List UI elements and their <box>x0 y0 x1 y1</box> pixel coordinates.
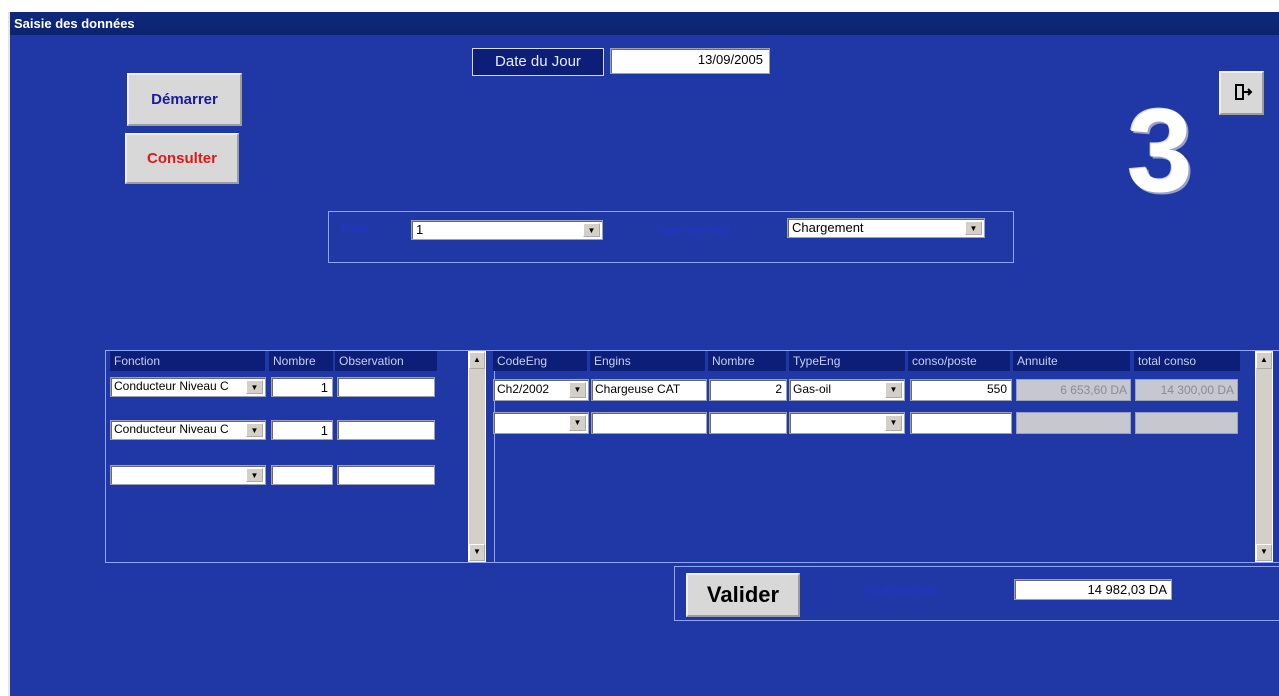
personnel-subform: Fonction Nombre Observation Conducteur N… <box>105 350 495 563</box>
column-header-typeeng: TypeEng <box>789 351 905 371</box>
nombre-field[interactable]: 1 <box>271 377 333 397</box>
poste-label: Poste <box>341 223 370 235</box>
column-header-observation: Observation <box>335 351 437 371</box>
consult-button[interactable]: Consulter <box>125 133 239 184</box>
personnel-scrollbar[interactable]: ▲ ▼ <box>468 351 486 562</box>
type-operation-select-value: Chargement <box>792 220 864 235</box>
column-header-fonction: Fonction <box>110 351 265 371</box>
engin-field[interactable]: Chargeuse CAT <box>591 379 707 401</box>
total-operation-field: 14 982,03 DA <box>1014 579 1172 600</box>
poste-select-value: 1 <box>416 222 424 237</box>
operation-counter: 3 <box>1127 85 1193 217</box>
data-entry-window: Saisie des données Date du Jour 13/09/20… <box>8 12 1279 696</box>
observation-field[interactable] <box>337 377 435 397</box>
scroll-up-icon[interactable]: ▲ <box>1256 352 1272 369</box>
scroll-down-icon[interactable]: ▼ <box>1256 544 1272 561</box>
chevron-down-icon[interactable]: ▼ <box>885 382 902 398</box>
column-header-total-conso: total conso <box>1134 351 1240 371</box>
nombre-field[interactable] <box>271 465 333 485</box>
code-eng-combo[interactable]: Ch2/2002 ▼ <box>493 379 589 401</box>
engin-nombre-field[interactable] <box>709 412 787 434</box>
engins-subform: CodeEng Engins Nombre TypeEng conso/post… <box>489 350 1279 563</box>
date-field[interactable]: 13/09/2005 <box>610 48 770 74</box>
conso-poste-field[interactable]: 550 <box>910 379 1012 401</box>
poste-select[interactable]: 1 ▼ <box>411 220 603 240</box>
observation-field[interactable] <box>337 465 435 485</box>
scroll-down-icon[interactable]: ▼ <box>469 544 485 561</box>
engins-scrollbar[interactable]: ▲ ▼ <box>1255 351 1273 562</box>
column-header-engins: Engins <box>590 351 705 371</box>
column-header-nombre: Nombre <box>708 351 786 371</box>
fonction-value: Conducteur Niveau C <box>114 379 229 393</box>
chevron-down-icon[interactable]: ▼ <box>246 423 263 437</box>
chevron-down-icon[interactable]: ▼ <box>569 382 586 398</box>
type-operation-label: Type opération <box>657 225 730 237</box>
fonction-combo[interactable]: Conducteur Niveau C ▼ <box>110 420 266 440</box>
exit-door-icon <box>1231 84 1253 107</box>
type-eng-combo[interactable]: Gas-oil ▼ <box>789 379 905 401</box>
chevron-down-icon[interactable]: ▼ <box>885 415 902 431</box>
type-eng-combo[interactable]: ▼ <box>789 412 905 434</box>
chevron-down-icon[interactable]: ▼ <box>246 380 263 394</box>
window-title: Saisie des données <box>10 12 1279 35</box>
chevron-down-icon[interactable]: ▼ <box>965 221 982 235</box>
footer-frame: Valider Total opération 14 982,03 DA <box>674 566 1279 621</box>
filter-frame: Poste 1 ▼ Type opération Chargement ▼ <box>328 211 1014 263</box>
annuite-field <box>1016 412 1131 434</box>
conso-poste-field[interactable] <box>910 412 1012 434</box>
observation-field[interactable] <box>337 420 435 440</box>
chevron-down-icon[interactable]: ▼ <box>246 468 263 482</box>
exit-button[interactable] <box>1219 71 1264 115</box>
total-operation-label: Total opération <box>865 585 938 597</box>
nombre-field[interactable]: 1 <box>271 420 333 440</box>
fonction-combo[interactable]: Conducteur Niveau C ▼ <box>110 377 266 397</box>
chevron-down-icon[interactable]: ▼ <box>569 415 586 431</box>
column-header-conso-poste: conso/poste <box>908 351 1010 371</box>
column-header-codeeng: CodeEng <box>493 351 587 371</box>
type-operation-select[interactable]: Chargement ▼ <box>787 218 985 238</box>
type-eng-value: Gas-oil <box>793 382 832 396</box>
start-button[interactable]: Démarrer <box>127 73 242 126</box>
date-label: Date du Jour <box>472 48 604 76</box>
code-eng-combo[interactable]: ▼ <box>493 412 589 434</box>
column-header-annuite: Annuite <box>1013 351 1130 371</box>
total-conso-field: 14 300,00 DA <box>1135 379 1238 401</box>
validate-button[interactable]: Valider <box>686 573 800 617</box>
code-eng-value: Ch2/2002 <box>497 382 550 396</box>
engin-nombre-field[interactable]: 2 <box>709 379 787 401</box>
chevron-down-icon[interactable]: ▼ <box>583 223 600 237</box>
scroll-up-icon[interactable]: ▲ <box>469 352 485 369</box>
column-header-nombre: Nombre <box>269 351 333 371</box>
annuite-field: 6 653,60 DA <box>1016 379 1131 401</box>
engin-field[interactable] <box>591 412 707 434</box>
total-conso-field <box>1135 412 1238 434</box>
fonction-value: Conducteur Niveau C <box>114 422 229 436</box>
fonction-combo[interactable]: ▼ <box>110 465 266 485</box>
